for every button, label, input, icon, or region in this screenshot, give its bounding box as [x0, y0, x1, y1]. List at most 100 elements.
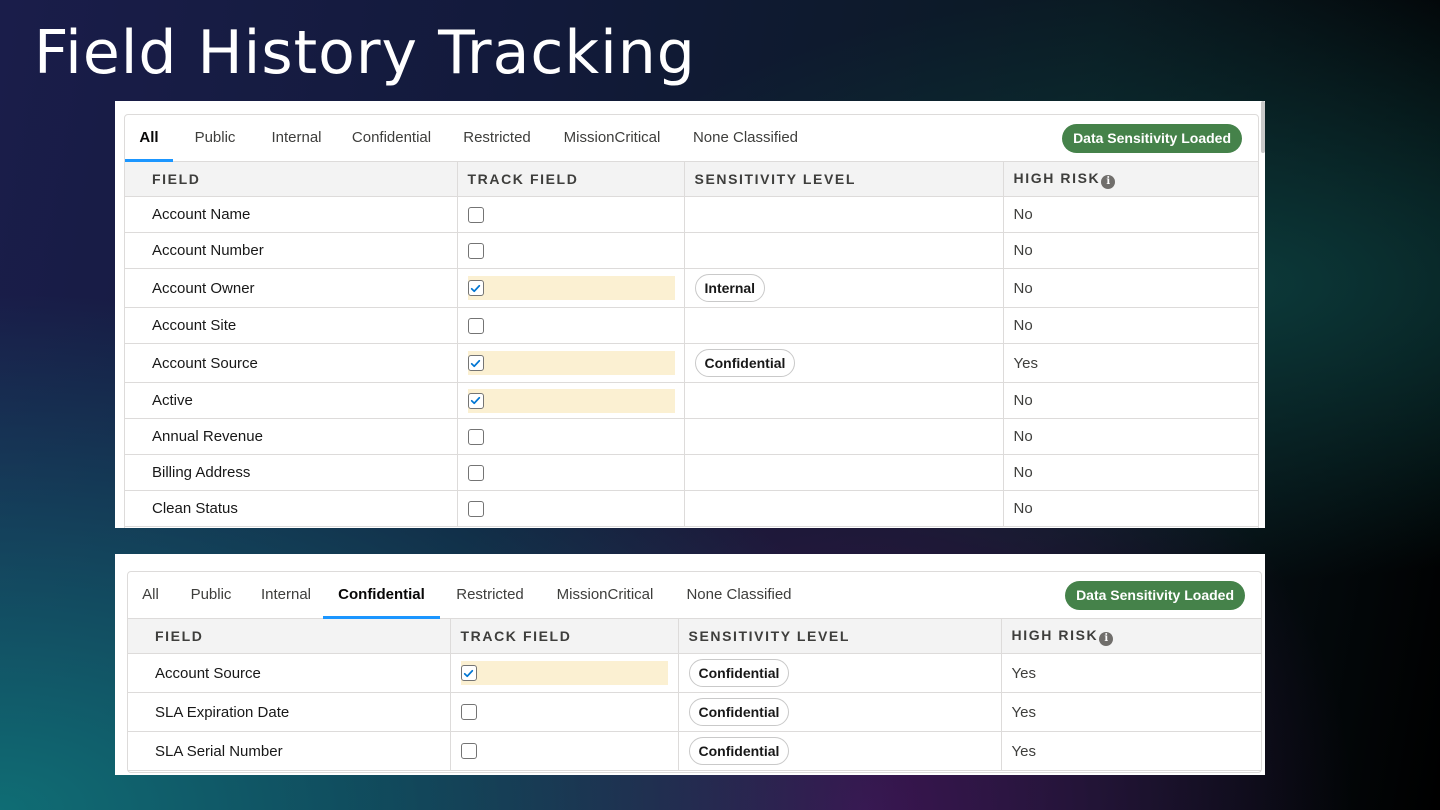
field-name-cell: Account Owner [125, 268, 458, 308]
tab-confidential[interactable]: Confidential [323, 572, 440, 619]
track-field-cell [457, 268, 685, 308]
tab-missioncritical[interactable]: MissionCritical [547, 115, 677, 161]
track-field-checkbox[interactable] [467, 428, 484, 445]
track-field-checkbox[interactable] [467, 242, 484, 259]
track-field-toggle [467, 351, 675, 375]
track-field-checkbox[interactable] [467, 280, 484, 296]
column-header-track-field[interactable]: TRACK FIELD [457, 162, 685, 197]
track-field-toggle [460, 661, 668, 685]
data-sensitivity-badge: Data Sensitivity Loaded [1065, 581, 1245, 610]
tab-confidential[interactable]: Confidential [336, 115, 447, 161]
track-field-checkbox[interactable] [460, 704, 477, 720]
slide-title: Field History Tracking [34, 18, 696, 88]
field-name-cell: Account Source [128, 653, 451, 693]
column-header-track-field-label: TRACK FIELD [460, 628, 572, 644]
info-icon[interactable]: i [1101, 174, 1116, 189]
sensitivity-level-cell [684, 307, 1004, 344]
tab-restricted[interactable]: Restricted [447, 115, 547, 161]
track-field-toggle [467, 314, 675, 338]
data-sensitivity-badge: Data Sensitivity Loaded [1062, 124, 1242, 153]
tab-public[interactable]: Public [173, 572, 249, 618]
sensitivity-tabs: All Public Internal Confidential Restricted M… [125, 115, 1258, 162]
field-tracking-card: All Public Internal Confidential Restricted M… [124, 114, 1259, 528]
sensitivity-pill: Confidential [688, 698, 790, 726]
column-header-field[interactable]: FIELD [125, 162, 458, 197]
sensitivity-pill: Internal [694, 274, 766, 302]
checkmark-icon [470, 284, 481, 292]
high-risk-cell: Yes [1001, 653, 1261, 693]
table-row: Account Source Confidential Yes [128, 653, 1261, 693]
table-row: Account Source Confidential Yes [125, 343, 1258, 383]
track-field-checkbox[interactable] [467, 355, 484, 371]
track-field-cell [457, 418, 685, 455]
track-field-checkbox[interactable] [467, 206, 484, 223]
checkmark-icon [470, 396, 481, 405]
high-risk-cell: No [1003, 232, 1258, 269]
scrollbar[interactable] [1261, 101, 1265, 153]
track-field-checkbox[interactable] [467, 500, 484, 517]
column-header-track-field[interactable]: TRACK FIELD [450, 619, 679, 654]
tab-internal[interactable]: Internal [249, 572, 323, 618]
sensitivity-level-cell [684, 196, 1004, 233]
column-header-sensitivity-level[interactable]: SENSITIVITY LEVEL [684, 162, 1004, 197]
track-field-toggle [460, 739, 668, 763]
table-header-row: FIELD TRACK FIELD SENSITIVITY LEVEL HIGH RI… [128, 619, 1261, 654]
tab-all[interactable]: All [128, 572, 173, 618]
table-row: Active No [125, 382, 1258, 419]
field-name-cell: Account Site [125, 307, 458, 344]
tab-all[interactable]: All [125, 115, 173, 162]
track-field-checkbox[interactable] [460, 665, 477, 681]
track-field-checkbox[interactable] [467, 317, 484, 334]
track-field-cell [457, 232, 685, 269]
track-field-toggle [467, 239, 675, 263]
high-risk-cell: No [1003, 307, 1258, 344]
high-risk-cell: Yes [1003, 343, 1258, 383]
sensitivity-level-cell: Confidential [684, 343, 1004, 383]
tab-restricted[interactable]: Restricted [440, 572, 540, 618]
column-header-field-label: FIELD [155, 628, 204, 644]
fields-table: FIELD TRACK FIELD SENSITIVITY LEVEL HIGH RI… [125, 162, 1258, 527]
sensitivity-pill: Confidential [688, 737, 790, 765]
sensitivity-level-cell: Internal [684, 268, 1004, 308]
column-header-high-risk[interactable]: HIGH RISK i [1003, 162, 1258, 197]
sensitivity-level-cell: Confidential [678, 692, 1002, 732]
track-field-toggle [467, 388, 675, 413]
tab-missioncritical[interactable]: MissionCritical [540, 572, 670, 618]
high-risk-cell: No [1003, 418, 1258, 455]
tab-none-classified[interactable]: None Classified [677, 115, 814, 161]
column-header-high-risk-label: HIGH RISK [1013, 169, 1101, 186]
track-field-cell [457, 454, 685, 491]
screenshot-panel-all: All Public Internal Confidential Restricted M… [115, 101, 1265, 528]
sensitivity-level-cell [684, 490, 1004, 527]
field-name-cell: Account Name [125, 196, 458, 233]
table-row: SLA Serial Number Confidential Yes [128, 731, 1261, 771]
column-header-field[interactable]: FIELD [128, 619, 451, 654]
checkmark-icon [463, 669, 474, 677]
track-field-checkbox[interactable] [467, 464, 484, 481]
table-row: Clean Status No [125, 490, 1258, 527]
field-tracking-card: All Public Internal Confidential Restricted M… [127, 571, 1262, 773]
field-name-cell: SLA Expiration Date [128, 692, 451, 732]
track-field-cell [457, 382, 685, 419]
fields-table: FIELD TRACK FIELD SENSITIVITY LEVEL HIGH RI… [128, 619, 1261, 771]
track-field-checkbox[interactable] [467, 392, 484, 409]
track-field-checkbox[interactable] [460, 743, 477, 759]
track-field-cell [457, 343, 685, 383]
sensitivity-pill: Confidential [688, 659, 790, 687]
track-field-cell [457, 196, 685, 233]
field-name-cell: Active [125, 382, 458, 419]
field-name-cell: Billing Address [125, 454, 458, 491]
track-field-toggle [467, 461, 675, 485]
tab-public[interactable]: Public [173, 115, 257, 161]
tab-none-classified[interactable]: None Classified [670, 572, 808, 618]
track-field-toggle [467, 497, 675, 521]
tab-internal[interactable]: Internal [257, 115, 336, 161]
high-risk-cell: No [1003, 382, 1258, 419]
info-icon[interactable]: i [1099, 631, 1114, 646]
column-header-sensitivity-level[interactable]: SENSITIVITY LEVEL [678, 619, 1002, 654]
column-header-sensitivity-level-label: SENSITIVITY LEVEL [688, 628, 851, 644]
sensitivity-level-cell: Confidential [678, 653, 1002, 693]
column-header-high-risk[interactable]: HIGH RISK i [1001, 619, 1261, 654]
column-header-field-label: FIELD [152, 171, 201, 187]
track-field-cell [450, 653, 679, 693]
